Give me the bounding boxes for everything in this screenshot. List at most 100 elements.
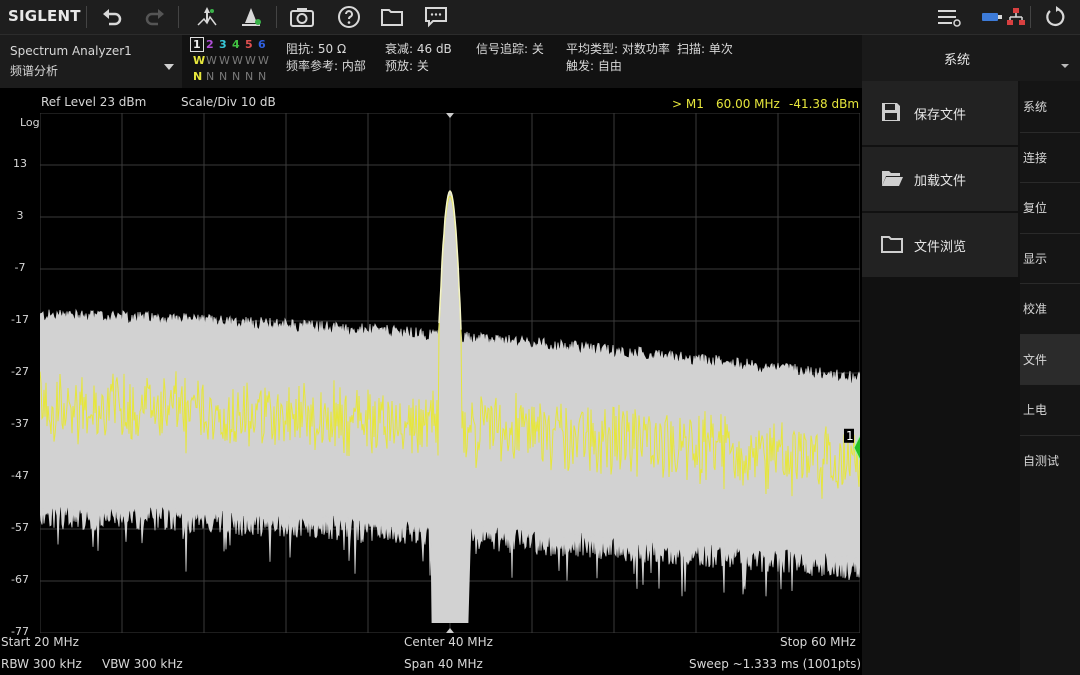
side-tab-5[interactable]: 文件 bbox=[1020, 333, 1080, 384]
side-tab-divider bbox=[1020, 131, 1080, 133]
y-axis-label: 3 bbox=[16, 209, 24, 222]
redo-icon[interactable] bbox=[140, 4, 170, 30]
ref-level: Ref Level 23 dBm bbox=[41, 95, 147, 109]
span[interactable]: Span 40 MHz bbox=[404, 657, 483, 671]
side-tab-divider bbox=[1020, 333, 1080, 335]
marker-readout-amp: -41.38 dBm bbox=[789, 97, 860, 111]
save-file-button[interactable]: 保存文件 bbox=[862, 81, 1018, 145]
y-axis-label: -67 bbox=[11, 573, 29, 586]
side-tab-divider bbox=[1020, 283, 1080, 284]
stop-freq[interactable]: Stop 60 MHz bbox=[780, 635, 856, 649]
center-bottom-tick bbox=[446, 628, 454, 633]
menu-icon[interactable] bbox=[934, 4, 964, 30]
siglent-logo: SIGLENT bbox=[8, 7, 81, 25]
side-tab-6[interactable]: 上电 bbox=[1020, 384, 1080, 434]
file-browse-button[interactable]: 文件浏览 bbox=[862, 213, 1018, 277]
vbw[interactable]: VBW 300 kHz bbox=[102, 657, 183, 671]
trace-6-number[interactable]: 6 bbox=[258, 38, 266, 51]
y-axis-label: -7 bbox=[14, 261, 26, 274]
save-icon bbox=[880, 101, 902, 127]
undo-icon[interactable] bbox=[97, 4, 127, 30]
trace-6-type: W bbox=[258, 54, 269, 67]
rbw[interactable]: RBW 300 kHz bbox=[1, 657, 82, 671]
chevron-down-icon bbox=[1060, 54, 1070, 73]
center-freq[interactable]: Center 40 MHz bbox=[404, 635, 493, 649]
trace-1-detector: N bbox=[193, 70, 203, 83]
marker-icon[interactable] bbox=[236, 4, 266, 30]
side-tab-0[interactable]: 系统 bbox=[1020, 81, 1080, 131]
network-icon bbox=[1001, 4, 1031, 30]
side-tab-bar: 系统连接复位 显示校准文件上电自测试 bbox=[1020, 81, 1080, 675]
chevron-down-icon bbox=[163, 56, 175, 75]
side-tab-7[interactable]: 自测试 bbox=[1020, 435, 1080, 485]
y-axis-label: -37 bbox=[11, 417, 29, 430]
y-axis-label: -17 bbox=[11, 313, 29, 326]
y-axis-label: -57 bbox=[11, 521, 29, 534]
side-tab-3[interactable]: 显示 bbox=[1020, 233, 1080, 283]
help-icon[interactable] bbox=[334, 4, 364, 30]
trace-4-number[interactable]: 4 bbox=[232, 38, 240, 51]
trace-2-detector: N bbox=[206, 70, 215, 83]
trace-status-block[interactable]: 1WN2WN3WN4WN5WN6WN bbox=[190, 37, 275, 86]
mode-selector[interactable]: Spectrum Analyzer1 频谱分析 bbox=[0, 35, 182, 88]
toolbar-divider bbox=[276, 6, 277, 28]
marker-readout-label: > M1 bbox=[672, 97, 704, 111]
trace-3-detector: N bbox=[219, 70, 228, 83]
toolbar-divider bbox=[1030, 6, 1031, 28]
side-tab-label: 校准 bbox=[1023, 302, 1048, 316]
mode-name: Spectrum Analyzer1 bbox=[10, 44, 132, 58]
trace-5-number[interactable]: 5 bbox=[245, 38, 253, 51]
folder-icon[interactable] bbox=[377, 4, 407, 30]
sweep-mode-text: 扫描: 单次 bbox=[677, 42, 733, 56]
trace-4-type: W bbox=[232, 54, 243, 67]
side-tab-divider bbox=[1020, 384, 1080, 385]
load-file-label: 加载文件 bbox=[914, 174, 967, 189]
side-tab-label: 连接 bbox=[1023, 150, 1048, 165]
start-freq[interactable]: Start 20 MHz bbox=[1, 635, 79, 649]
trace-2-type: W bbox=[206, 54, 217, 67]
side-tab-divider bbox=[1020, 434, 1080, 436]
top-toolbar: SIGLENT bbox=[0, 0, 1080, 35]
marker-readout-freq: 60.00 MHz bbox=[716, 97, 780, 111]
side-tab-4[interactable]: 校准 bbox=[1020, 283, 1080, 333]
sweep-time[interactable]: Sweep ~1.333 ms (1001pts) bbox=[689, 657, 861, 671]
power-icon[interactable] bbox=[1041, 4, 1071, 30]
y-axis-label: -27 bbox=[11, 365, 29, 378]
trace-5-detector: N bbox=[245, 70, 254, 83]
load-file-button[interactable]: 加载文件 bbox=[862, 147, 1018, 211]
camera-icon[interactable] bbox=[287, 4, 317, 30]
side-menu-title: 系统 bbox=[944, 53, 971, 68]
scale-per-div: Scale/Div 10 dB bbox=[181, 95, 276, 109]
trace-1-number[interactable]: 1 bbox=[190, 37, 204, 52]
folder-icon bbox=[880, 233, 904, 259]
peak-search-icon[interactable] bbox=[192, 4, 222, 30]
side-tab-1[interactable]: 连接 bbox=[1020, 132, 1080, 182]
trace-6-detector: N bbox=[258, 70, 267, 83]
softkey-menu: 保存文件 加载文件 文件浏览 bbox=[862, 81, 1020, 675]
open-folder-icon bbox=[880, 167, 904, 193]
avg-type-text: 平均类型: 对数功率 bbox=[566, 42, 670, 56]
atten-text: 衰减: 46 dB bbox=[385, 42, 452, 56]
message-icon[interactable] bbox=[421, 4, 451, 30]
spectrum-plot[interactable]: 1 bbox=[40, 113, 860, 633]
trigger-text: 触发: 自由 bbox=[566, 59, 622, 73]
trace-4-detector: N bbox=[232, 70, 241, 83]
side-tab-label: 自测试 bbox=[1023, 453, 1060, 468]
trace-1-type: W bbox=[193, 54, 206, 67]
side-tab-divider bbox=[1020, 232, 1080, 234]
trace-2-number[interactable]: 2 bbox=[206, 38, 214, 51]
side-menu-header[interactable]: 系统 bbox=[862, 35, 1080, 81]
save-file-label: 保存文件 bbox=[914, 108, 967, 123]
side-tab-label: 上电 bbox=[1023, 403, 1048, 417]
marker-number-label: 1 bbox=[846, 429, 854, 443]
mode-subtitle: 频谱分析 bbox=[10, 64, 59, 78]
y-axis-label: -47 bbox=[11, 469, 29, 482]
signal-track-text: 信号追踪: 关 bbox=[476, 42, 544, 56]
side-tab-divider bbox=[1020, 182, 1080, 183]
side-tab-label: 文件 bbox=[1023, 352, 1048, 367]
side-tab-2[interactable]: 复位 bbox=[1020, 182, 1080, 232]
impedance-text: 阻抗: 50 Ω bbox=[286, 42, 347, 56]
preamp-text: 预放: 关 bbox=[385, 59, 429, 73]
trace-3-number[interactable]: 3 bbox=[219, 38, 227, 51]
freq-ref-text: 频率参考: 内部 bbox=[286, 59, 366, 73]
